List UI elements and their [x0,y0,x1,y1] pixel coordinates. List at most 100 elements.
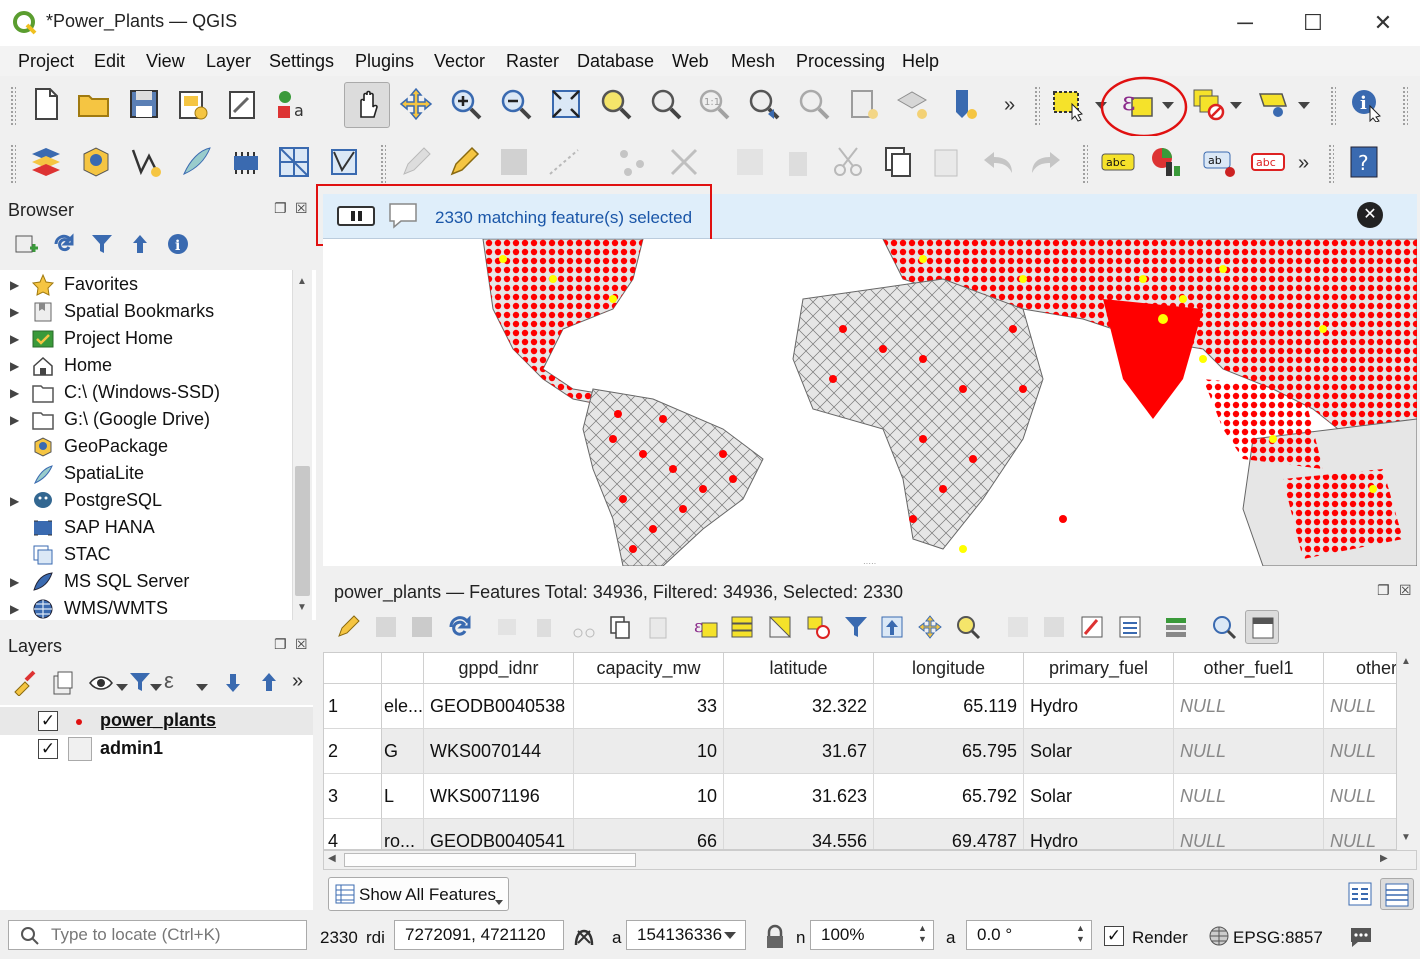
show-all-dropdown-icon[interactable] [495,900,503,905]
toolbar-grip[interactable] [1330,86,1336,126]
zoom-full-icon[interactable] [546,84,586,124]
close-window-button[interactable]: ✕ [1360,8,1406,38]
redo-icon[interactable] [1026,142,1066,182]
deselect-dropdown-icon[interactable] [1230,102,1242,109]
filter-by-expression-icon[interactable]: ε [164,668,174,694]
table-cell[interactable]: WKS0070144 [424,729,574,774]
zoom-in-icon[interactable] [446,84,486,124]
menu-project[interactable]: Project [18,51,74,72]
copy-features-icon[interactable] [878,142,918,182]
row-header[interactable]: 4 [324,819,382,849]
toolbar-grip[interactable] [1082,144,1088,184]
digitize-icon[interactable] [544,142,584,182]
expand-arrow-icon[interactable]: ▶ [10,413,24,427]
new-mesh-layer-icon[interactable] [324,142,364,182]
menu-processing[interactable]: Processing [796,51,885,72]
table-cell[interactable]: NULL [1174,684,1324,729]
identify-features-icon[interactable]: i [1346,84,1386,124]
table-cell[interactable]: 34.556 [724,819,874,849]
expand-arrow-icon[interactable]: ▶ [10,278,24,292]
table-cell[interactable]: NULL [1174,774,1324,819]
table-cell[interactable]: GEODB0040538 [424,684,574,729]
scrollbar-thumb[interactable] [295,466,310,596]
table-cell[interactable]: 65.795 [874,729,1024,774]
table-cell[interactable]: 66 [574,819,724,849]
filter-dropdown-icon[interactable] [150,684,162,691]
corner-header[interactable] [324,653,382,684]
toolbar-grip[interactable] [1402,86,1408,126]
help-contents-icon[interactable]: ? [1344,142,1384,182]
zoom-next-icon[interactable] [794,84,834,124]
table-cell-truncated[interactable]: L [382,774,424,819]
vertex-tool-icon[interactable] [612,142,652,182]
toolbar-more-2[interactable]: » [1298,152,1309,175]
add-group-icon[interactable] [50,670,76,696]
show-hide-labels-icon[interactable]: abc [1248,142,1288,182]
table-cell[interactable]: 31.67 [724,729,874,774]
column-header-longitude[interactable]: longitude [874,653,1024,684]
menu-plugins[interactable]: Plugins [355,51,414,72]
new-print-layout-icon[interactable] [172,84,212,124]
toolbar-grip[interactable] [10,86,16,126]
reload-table-icon[interactable] [447,614,473,640]
table-cell[interactable]: Solar [1024,774,1174,819]
expand-arrow-icon[interactable]: ▶ [10,494,24,508]
select-by-expression-table-icon[interactable]: ε [693,614,719,640]
table-cell[interactable]: Hydro [1024,684,1174,729]
table-horizontal-scrollbar[interactable]: ◀ ▶ [323,850,1417,870]
collapse-all-icon[interactable] [128,232,152,256]
column-header-hidden[interactable] [382,653,424,684]
add-feature-icon[interactable] [495,614,521,640]
world-map[interactable] [323,239,1417,566]
table-cell[interactable]: 33 [574,684,724,729]
magnifier-field[interactable]: 100% [810,920,934,950]
pan-map-icon[interactable] [344,82,390,128]
new-shapefile-layer-icon[interactable] [126,142,166,182]
crs-button[interactable]: EPSG:8857 [1233,928,1323,948]
column-header-latitude[interactable]: latitude [724,653,874,684]
toggle-editing-icon[interactable] [444,142,484,182]
cut-selected-icon[interactable] [571,614,597,640]
extents-toggle-icon[interactable] [570,923,598,951]
select-features-icon[interactable] [1048,84,1088,124]
browser-item-spatial-bookmarks[interactable]: ▶ Spatial Bookmarks [0,298,292,325]
save-project-icon[interactable] [124,84,164,124]
menu-raster[interactable]: Raster [506,51,559,72]
expand-arrow-icon[interactable]: ▶ [10,602,24,616]
column-header-other-fuel1[interactable]: other_fuel1 [1174,653,1324,684]
table-cell[interactable]: 69.4787 [874,819,1024,849]
close-message-icon[interactable]: ✕ [1357,202,1383,228]
invert-selection-icon[interactable] [767,614,793,640]
deselect-all-icon[interactable] [1188,84,1228,124]
browser-item-spatialite[interactable]: SpatiaLite [0,460,292,487]
paste-features-icon[interactable] [926,142,966,182]
style-manager-icon[interactable]: a [272,84,312,124]
table-cell[interactable]: WKS0071196 [424,774,574,819]
column-header-gppd-idnr[interactable]: gppd_idnr [424,653,574,684]
new-spatialite-layer-icon[interactable] [176,142,216,182]
modify-attributes-icon[interactable] [664,142,704,182]
row-header[interactable]: 1 [324,684,382,729]
scroll-up-icon[interactable]: ▲ [1401,656,1411,667]
form-view-icon[interactable] [1346,880,1374,908]
show-all-features-button[interactable]: Show All Features [328,877,509,911]
layer-labeling-icon[interactable]: abc [1098,142,1138,182]
edit-attributes-icon[interactable] [730,142,770,182]
dock-table-icon[interactable] [1245,610,1279,644]
field-calculator-icon[interactable] [1117,614,1143,640]
delete-feature-icon[interactable] [531,614,557,640]
zoom-map-to-selected-icon[interactable] [955,614,981,640]
scroll-down-icon[interactable]: ▼ [1401,832,1411,843]
filter-browser-icon[interactable] [90,232,114,256]
expand-arrow-icon[interactable]: ▶ [10,386,24,400]
menu-settings[interactable]: Settings [269,51,334,72]
rotation-field[interactable]: 0.0 ° [966,920,1092,950]
zoom-last-icon[interactable] [744,84,784,124]
new-temporary-layer-icon[interactable] [226,142,266,182]
splitter-handle[interactable]: ····· [863,559,876,566]
menu-help[interactable]: Help [902,51,939,72]
browser-item-geopackage[interactable]: GeoPackage [0,433,292,460]
panel-float-icon[interactable]: ❐ [274,636,287,653]
collapse-all-layers-icon[interactable] [256,670,282,696]
pan-map-to-selected-icon[interactable] [917,614,943,640]
